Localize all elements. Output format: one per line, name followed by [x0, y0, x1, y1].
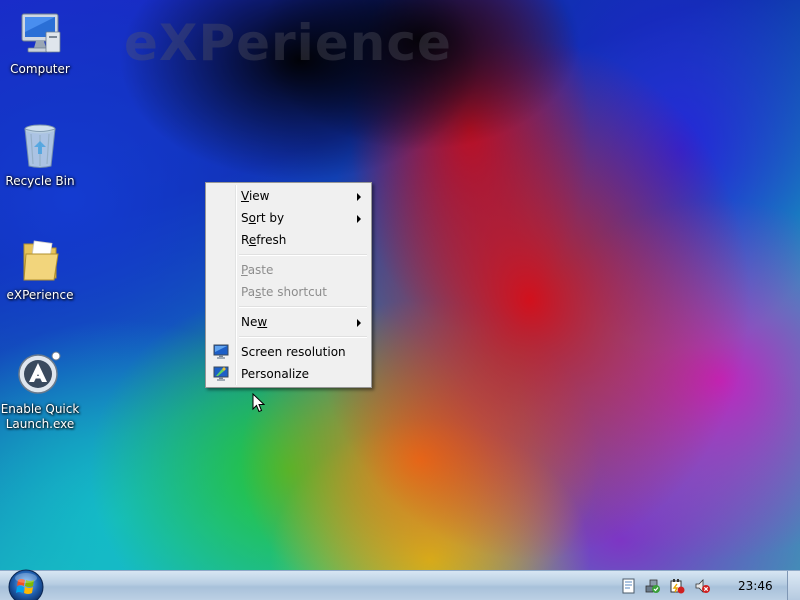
menu-item-label: Sort by	[241, 211, 285, 225]
menu-item-label: Screen resolution	[241, 345, 346, 359]
windows-start-orb-icon[interactable]	[6, 567, 46, 600]
desktop-icon-recycle-bin[interactable]: Recycle Bin	[0, 122, 80, 189]
submenu-arrow-icon	[357, 193, 361, 201]
menu-item-personalize[interactable]: Personalize	[208, 363, 369, 385]
folder-icon	[23, 240, 59, 281]
submenu-arrow-icon	[357, 319, 361, 327]
menu-separator	[208, 251, 369, 259]
taskbar-clock[interactable]: 23:46	[738, 571, 773, 600]
desktop-icon-label: Recycle Bin	[5, 174, 75, 188]
desktop-icon-experience-folder[interactable]: eXPerience	[0, 236, 80, 303]
taskbar: 23:46	[0, 567, 800, 600]
computer-icon	[21, 13, 61, 53]
menu-item-new[interactable]: New	[208, 311, 369, 333]
desktop-icon-computer[interactable]: Computer	[0, 10, 80, 77]
volume-muted-icon[interactable]	[694, 578, 710, 594]
display-icon	[213, 344, 229, 359]
menu-separator	[208, 303, 369, 311]
desktop-icon-label: Computer	[10, 62, 70, 76]
recycle-bin-icon	[24, 124, 56, 168]
desktop-context-menu: View Sort by Refresh Paste Paste shortcu…	[205, 182, 372, 388]
desktop-icon-label: Enable Quick Launch.exe	[0, 402, 80, 431]
menu-item-paste[interactable]: Paste	[208, 259, 369, 281]
menu-item-view[interactable]: View	[208, 185, 369, 207]
menu-separator	[208, 333, 369, 341]
menu-item-label: Paste shortcut	[241, 285, 327, 299]
menu-item-label: New	[241, 315, 268, 329]
menu-item-paste-shortcut[interactable]: Paste shortcut	[208, 281, 369, 303]
submenu-arrow-icon	[357, 215, 361, 223]
menu-item-sort-by[interactable]: Sort by	[208, 207, 369, 229]
desktop-icon-label: eXPerience	[6, 288, 74, 302]
menu-item-label: View	[241, 189, 270, 203]
wallpaper-watermark: eXPerience	[124, 14, 452, 72]
mouse-cursor-icon	[252, 393, 265, 413]
personalize-icon	[213, 366, 229, 381]
menu-item-refresh[interactable]: Refresh	[208, 229, 369, 251]
desktop[interactable]: eXPerience Computer Recycle Bin eXPerien…	[0, 0, 800, 570]
desktop-icon-enable-quick-launch[interactable]: Enable Quick Launch.exe	[0, 350, 80, 432]
application-icon	[18, 351, 61, 394]
action-center-icon[interactable]	[621, 578, 637, 594]
menu-item-label: Refresh	[241, 233, 287, 247]
network-icon[interactable]	[645, 578, 661, 594]
menu-item-label: Paste	[241, 263, 274, 277]
power-icon[interactable]	[669, 578, 685, 594]
menu-item-screen-resolution[interactable]: Screen resolution	[208, 341, 369, 363]
show-desktop-button[interactable]	[787, 571, 800, 600]
menu-item-label: Personalize	[241, 367, 310, 381]
